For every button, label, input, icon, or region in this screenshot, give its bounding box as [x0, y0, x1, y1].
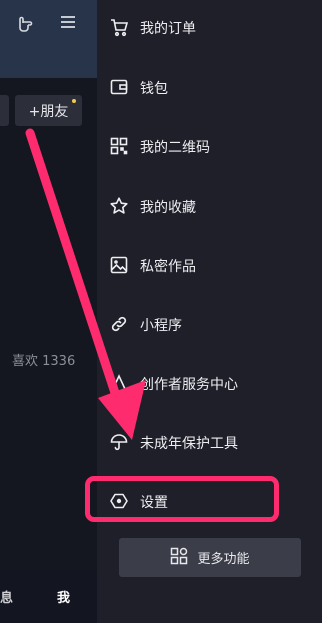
menu-item-label: 我的订单: [140, 21, 196, 37]
grid-icon: [170, 547, 188, 569]
menu-item-label: 未成年保护工具: [140, 436, 238, 452]
menu-item-label: 创作者服务中心: [140, 377, 238, 393]
menu-item-label: 钱包: [140, 81, 168, 97]
creator-icon: [109, 373, 129, 393]
menu-item-label: 小程序: [140, 318, 182, 334]
menu-item-private-works[interactable]: 私密作品: [97, 247, 322, 283]
settings-highlight-box: [85, 476, 279, 522]
menu-item-favorites[interactable]: 我的收藏: [97, 188, 322, 224]
menu-item-orders[interactable]: 我的订单: [97, 9, 322, 45]
nav-me-tab[interactable]: 我: [57, 587, 70, 606]
add-friend-button[interactable]: +朋友: [15, 95, 82, 126]
likes-count: 喜欢 1336: [12, 354, 76, 369]
gesture-hand-icon[interactable]: [12, 10, 38, 36]
menu-item-creator-center[interactable]: 创作者服务中心: [97, 365, 322, 401]
menu-item-label: 我的收藏: [140, 200, 196, 216]
menu-item-qrcode[interactable]: 我的二维码: [97, 128, 322, 164]
umbrella-icon: [109, 432, 129, 452]
private-image-icon: [109, 255, 129, 275]
menu-item-minor-protection[interactable]: 未成年保护工具: [97, 424, 322, 460]
more-features-button[interactable]: 更多功能: [119, 538, 301, 577]
wallet-icon: [109, 77, 129, 97]
qrcode-icon: [109, 136, 129, 156]
menu-item-label: 私密作品: [140, 259, 196, 275]
cart-icon: [109, 17, 129, 37]
profile-background: [0, 0, 97, 623]
bottom-nav: [0, 570, 97, 623]
menu-item-label: 我的二维码: [140, 140, 210, 156]
notification-dot: [72, 99, 76, 103]
menu-icon[interactable]: [55, 9, 81, 35]
star-icon: [109, 196, 129, 216]
menu-item-mini-program[interactable]: 小程序: [97, 306, 322, 342]
side-drawer: 我的订单 钱包 我的二维码 我的收藏 私密作品 小程序 创作者服务中心 未成年保…: [97, 0, 322, 623]
nav-messages-tab[interactable]: 息: [0, 587, 13, 606]
more-features-label: 更多功能: [197, 552, 250, 567]
edit-profile-button[interactable]: [0, 95, 9, 126]
add-friend-label: +朋友: [28, 103, 69, 120]
link-icon: [109, 314, 129, 334]
menu-item-wallet[interactable]: 钱包: [97, 69, 322, 105]
